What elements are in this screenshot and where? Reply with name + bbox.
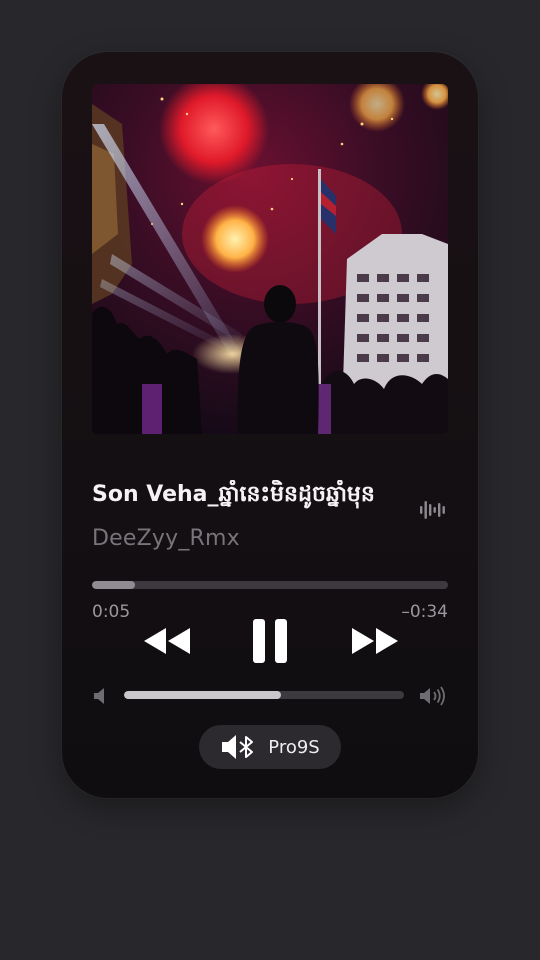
time-remaining: –0:34 xyxy=(401,602,448,622)
speaker-low-icon xyxy=(94,688,104,704)
album-artwork[interactable] xyxy=(92,84,448,434)
time-elapsed: 0:05 xyxy=(92,602,131,622)
playback-progress-bar[interactable] xyxy=(92,581,448,589)
forward-icon[interactable] xyxy=(350,624,400,658)
backward-icon[interactable] xyxy=(142,624,192,658)
volume-slider-fill xyxy=(124,691,281,699)
fireworks-concert-photo xyxy=(92,84,448,434)
track-artist[interactable]: DeeZyy_Rmx xyxy=(92,526,240,551)
output-device-name: Pro9S xyxy=(268,736,320,758)
speaker-high-icon xyxy=(420,686,445,706)
bluetooth-speaker-icon xyxy=(222,735,254,759)
output-device-button[interactable]: Pro9S xyxy=(199,725,341,769)
playback-progress-fill xyxy=(92,581,135,589)
volume-slider[interactable] xyxy=(124,691,404,699)
audio-waveform-icon[interactable] xyxy=(420,498,448,522)
track-title: Son Veha_ឆ្នាំនេះមិនដូចឆ្នាំមុន xyxy=(92,482,375,507)
pause-icon[interactable] xyxy=(250,618,290,664)
